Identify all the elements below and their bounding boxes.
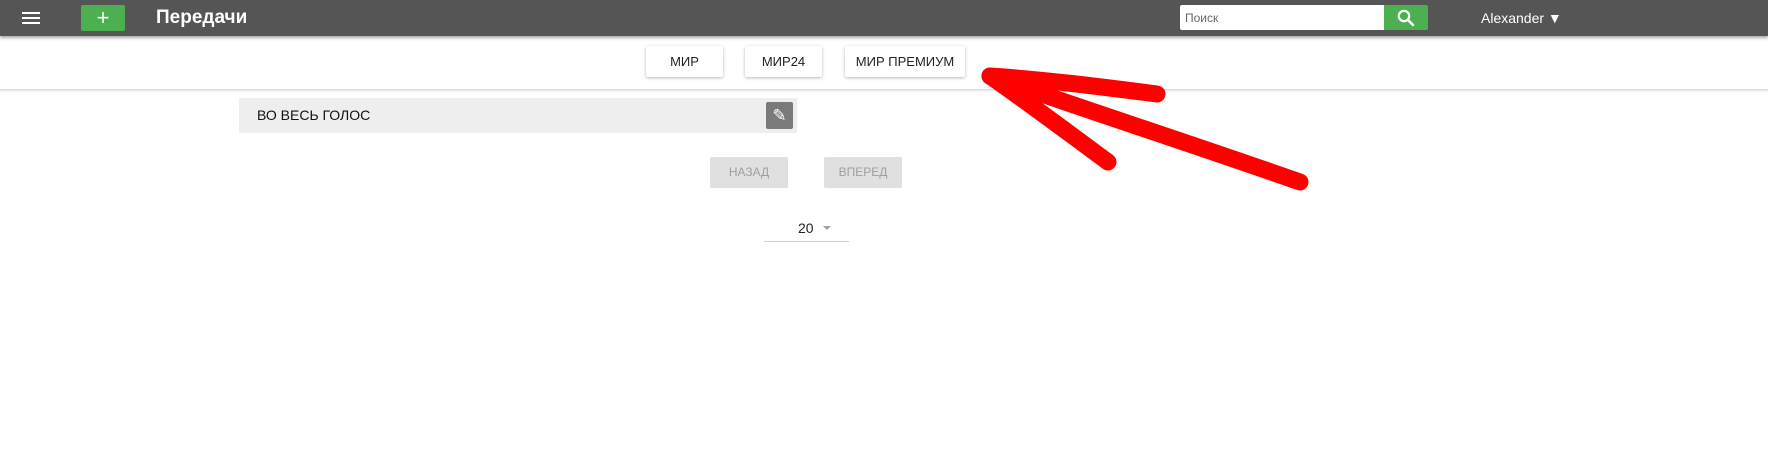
search-icon (1397, 9, 1415, 27)
channel-button-mir[interactable]: МИР (646, 46, 723, 77)
search-button[interactable] (1384, 5, 1428, 30)
user-menu[interactable]: Alexander ▼ (1481, 9, 1562, 27)
pencil-icon: ✎ (772, 106, 787, 125)
channel-button-mir-premium[interactable]: МИР ПРЕМИУМ (845, 46, 965, 77)
program-list-item: ВО ВЕСЬ ГОЛОС ✎ (239, 98, 797, 133)
search-input[interactable] (1180, 5, 1384, 30)
edit-button[interactable]: ✎ (766, 102, 793, 129)
page-title: Передачи (156, 7, 248, 28)
page-size-select[interactable]: 20 (764, 214, 849, 242)
menu-icon[interactable] (22, 10, 42, 26)
page-size-value: 20 (798, 220, 814, 236)
channel-bar: МИР МИР24 МИР ПРЕМИУМ (0, 36, 1768, 90)
arrow-shaft (981, 67, 1309, 191)
forward-button[interactable]: ВПЕРЕД (824, 157, 902, 188)
top-app-bar: + Передачи Alexander ▼ (0, 0, 1768, 36)
channel-button-mir24[interactable]: МИР24 (745, 46, 822, 77)
program-name: ВО ВЕСЬ ГОЛОС (257, 107, 371, 123)
back-button[interactable]: НАЗАД (710, 157, 788, 188)
chevron-down-icon (823, 226, 831, 230)
add-button[interactable]: + (81, 5, 125, 31)
